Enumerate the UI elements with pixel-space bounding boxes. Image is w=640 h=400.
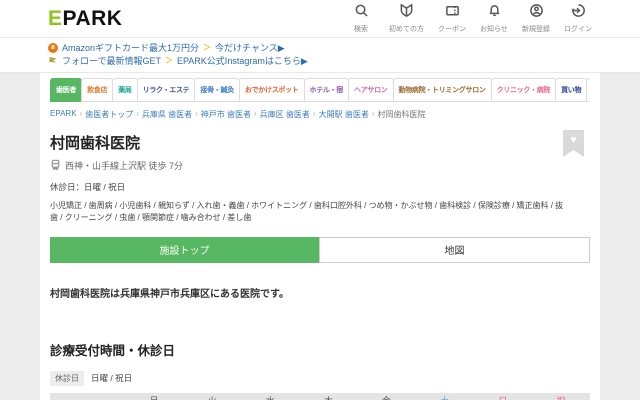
breadcrumb: EPARK 歯医者トップ 兵庫県 歯医者 神戸市 歯医者 兵庫区 歯医者 大開駅…: [50, 109, 590, 120]
notifications-menu-item[interactable]: お知らせ: [480, 3, 508, 34]
promo-link[interactable]: フォローで最新情報GET: [62, 55, 161, 67]
breadcrumb-separator: [195, 109, 198, 120]
station-access: 西神・山手線上沢駅 徒歩 7分: [50, 159, 590, 172]
amazon-gift-icon: a: [48, 42, 58, 53]
closed-value: 日曜 / 祝日: [91, 373, 133, 384]
treatment-tags: 小児矯正 / 歯周病 / 小児歯科 / 親知らず / 入れ歯・義歯 / ホワイト…: [50, 201, 564, 223]
breadcrumb-separator: [136, 109, 139, 120]
epark-logo[interactable]: EPARK: [48, 7, 122, 31]
main-column: 歯医者 飲食店 薬局 リラク・エステ 接骨・鍼灸 おでかけスポット ホテル・宿 …: [40, 73, 600, 400]
bell-icon: [487, 3, 502, 23]
day-header-tue: 火: [183, 394, 241, 400]
closed-days-row: 休診日 日曜 / 祝日: [50, 370, 590, 386]
breadcrumb-link[interactable]: 大開駅 歯医者: [319, 109, 369, 120]
category-tab-takeout[interactable]: テイクアウト: [586, 78, 590, 102]
tab-map[interactable]: 地図: [319, 236, 590, 263]
search-icon: [354, 3, 369, 23]
util-label: お知らせ: [480, 26, 508, 33]
day-header-fri: 金: [358, 394, 416, 400]
day-header-wed: 水: [241, 394, 299, 400]
category-tab-restaurant[interactable]: 飲食店: [81, 78, 114, 102]
flag-icon: [48, 56, 58, 66]
util-label: 検索: [354, 26, 368, 33]
hours-section-heading: 診療受付時間・休診日: [50, 343, 176, 358]
promo-strip: a Amazonギフトカード最大1万円分 今だけチャンス▶ フォローで最新情報G…: [0, 38, 640, 73]
breadcrumb-link[interactable]: 兵庫県 歯医者: [142, 109, 192, 120]
top-bar: EPARK 検索 初めての方 クーポン お知らせ 新規登録 ログイン: [0, 0, 640, 38]
epark-logo-e: E: [48, 6, 63, 30]
category-tab-osteopathy[interactable]: 接骨・鍼灸: [194, 78, 240, 102]
promo-link-suffix[interactable]: 今だけチャンス▶: [215, 42, 285, 54]
category-tab-hotel[interactable]: ホテル・宿: [303, 78, 349, 102]
category-tab-dentist[interactable]: 歯医者: [50, 78, 83, 102]
promo-separator-icon: [165, 54, 173, 67]
user-register-icon: [529, 3, 544, 23]
category-tab-shopping[interactable]: 買い物: [555, 78, 588, 102]
breadcrumb-separator: [313, 109, 316, 120]
coupon-menu-item[interactable]: クーポン: [438, 3, 466, 34]
breadcrumb-separator: [372, 109, 375, 120]
breadcrumb-separator: [254, 109, 257, 120]
hours-table-header: 月 火 水 木 金 土 日 祝: [50, 392, 590, 400]
closed-days-line: 休診日：日曜 / 祝日: [50, 182, 126, 192]
category-tab-clinic[interactable]: クリニック・病院: [490, 78, 557, 102]
category-tab-outing[interactable]: おでかけスポット: [238, 78, 305, 102]
breadcrumb-link[interactable]: EPARK: [50, 109, 77, 120]
clinic-header: 村岡歯科医院 西神・山手線上沢駅 徒歩 7分 休診日：日曜 / 祝日 小児矯正 …: [50, 130, 590, 225]
category-tab-pharmacy[interactable]: 薬局: [112, 78, 138, 102]
day-header-sat: 土: [416, 394, 474, 400]
train-icon: [50, 159, 61, 172]
day-header-sun: 日: [474, 394, 532, 400]
day-header-thu: 木: [299, 394, 357, 400]
util-label: クーポン: [438, 26, 466, 33]
login-menu-item[interactable]: ログイン: [564, 3, 592, 34]
breadcrumb-current: 村岡歯科医院: [377, 110, 426, 119]
breadcrumb-link[interactable]: 歯医者トップ: [85, 109, 133, 120]
signup-menu-item[interactable]: 新規登録: [522, 3, 550, 34]
category-tab-hairsalon[interactable]: ヘアサロン: [348, 78, 394, 102]
promo-banner-instagram[interactable]: フォローで最新情報GET EPARK公式Instagramはこちら▶: [48, 54, 592, 67]
breadcrumb-separator: [80, 109, 83, 120]
hours-table: 月 火 水 木 金 土 日 祝 ● ● 周辺の歯医者を探す: [50, 392, 590, 400]
login-icon: [571, 3, 586, 23]
coupon-icon: [445, 3, 460, 23]
clinic-description: 村岡歯科医院は兵庫県神戸市兵庫区にある医院です。: [50, 288, 289, 300]
breadcrumb-link[interactable]: 兵庫区 歯医者: [260, 109, 310, 120]
promo-link[interactable]: Amazonギフトカード最大1万円分: [62, 42, 199, 54]
clinic-name-title: 村岡歯科医院: [50, 135, 141, 152]
station-access-text: 西神・山手線上沢駅 徒歩 7分: [65, 161, 184, 171]
breadcrumb-link[interactable]: 神戸市 歯医者: [201, 109, 251, 120]
util-label: 新規登録: [522, 26, 550, 33]
util-label: ログイン: [564, 26, 592, 33]
day-header-mon: 月: [125, 394, 183, 400]
facility-tabs: 施設トップ 地図: [50, 236, 590, 263]
category-nav: 歯医者 飲食店 薬局 リラク・エステ 接骨・鍼灸 おでかけスポット ホテル・宿 …: [50, 78, 590, 102]
promo-banner-amazon[interactable]: a Amazonギフトカード最大1万円分 今だけチャンス▶: [48, 41, 592, 54]
category-tab-vet[interactable]: 動物病院・トリミングサロン: [392, 78, 492, 102]
closed-badge: 休診日: [50, 370, 84, 386]
beginner-mark-icon: [399, 3, 414, 23]
day-header-hol: 祝: [532, 394, 590, 400]
search-menu-item[interactable]: 検索: [347, 3, 375, 34]
tab-facility-top[interactable]: 施設トップ: [50, 236, 319, 263]
first-time-menu-item[interactable]: 初めての方: [389, 3, 424, 34]
epark-logo-park: PARK: [62, 6, 123, 30]
promo-link-suffix[interactable]: EPARK公式Instagramはこちら▶: [177, 55, 308, 67]
utility-nav: 検索 初めての方 クーポン お知らせ 新規登録 ログイン: [347, 3, 592, 34]
category-tab-relax[interactable]: リラク・エステ: [136, 78, 196, 102]
promo-separator-icon: [203, 41, 211, 54]
util-label: 初めての方: [389, 26, 424, 33]
